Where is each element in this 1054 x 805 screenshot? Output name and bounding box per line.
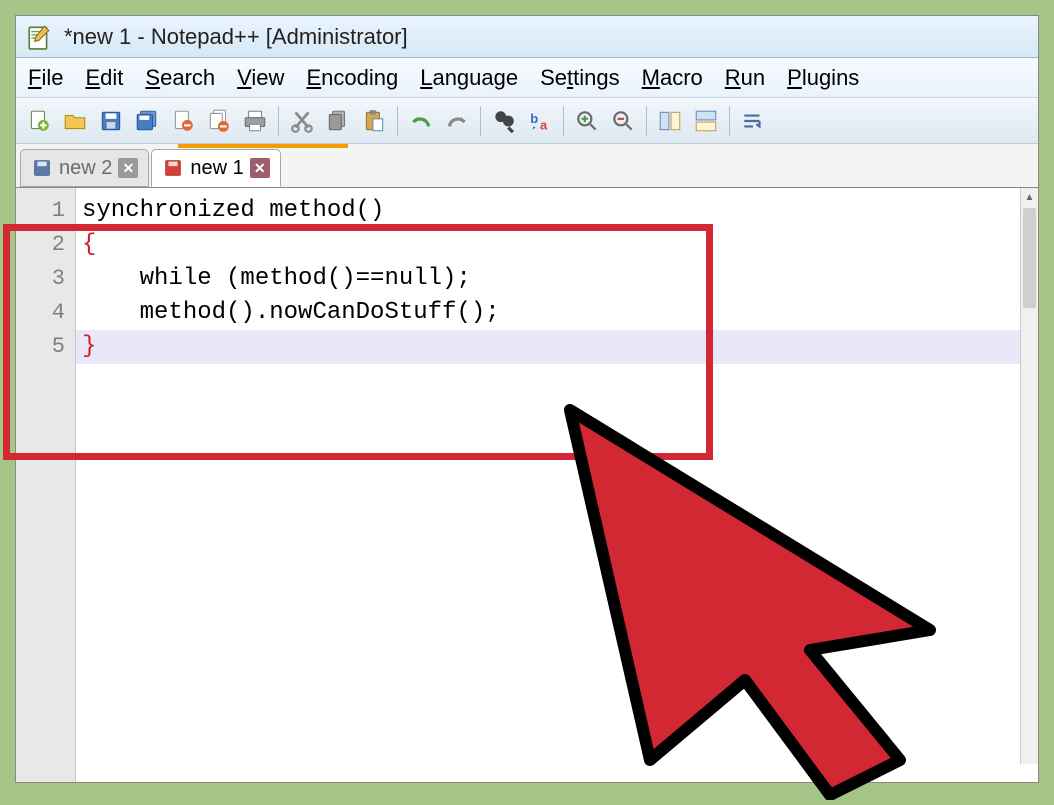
sync-vertical-icon[interactable] (653, 104, 687, 138)
toolbar-separator (729, 106, 730, 136)
toolbar-separator (563, 106, 564, 136)
menu-run[interactable]: Run (725, 65, 765, 91)
menu-view[interactable]: View (237, 65, 284, 91)
close-all-icon[interactable] (202, 104, 236, 138)
toolbar-separator (278, 106, 279, 136)
menu-language[interactable]: Language (420, 65, 518, 91)
toolbar-separator (397, 106, 398, 136)
menu-settings[interactable]: Settings (540, 65, 620, 91)
scroll-thumb[interactable] (1023, 208, 1036, 308)
code-line[interactable]: method().nowCanDoStuff(); (76, 296, 1038, 330)
menu-file[interactable]: File (28, 65, 63, 91)
close-icon[interactable] (166, 104, 200, 138)
zoom-in-icon[interactable] (570, 104, 604, 138)
menu-macro[interactable]: Macro (642, 65, 703, 91)
app-window: *new 1 - Notepad++ [Administrator] File … (15, 15, 1039, 783)
undo-icon[interactable] (404, 104, 438, 138)
toolbar-separator (480, 106, 481, 136)
editor[interactable]: 1 2 3 4 5 synchronized method() { while (… (16, 188, 1038, 782)
code-token: synchronized method() (82, 197, 384, 224)
menu-edit[interactable]: Edit (85, 65, 123, 91)
svg-text:b: b (530, 111, 538, 126)
paste-icon[interactable] (357, 104, 391, 138)
code-token: { (82, 231, 96, 258)
cut-icon[interactable] (285, 104, 319, 138)
line-number: 3 (16, 262, 75, 296)
toolbar: ba (16, 98, 1038, 144)
menu-plugins[interactable]: Plugins (787, 65, 859, 91)
new-file-icon[interactable] (22, 104, 56, 138)
menu-encoding[interactable]: Encoding (306, 65, 398, 91)
code-token: } (82, 333, 96, 360)
line-number: 5 (16, 330, 75, 364)
save-all-icon[interactable] (130, 104, 164, 138)
code-line[interactable]: } (76, 330, 1038, 364)
scroll-up-icon[interactable]: ▲ (1021, 188, 1038, 206)
titlebar: *new 1 - Notepad++ [Administrator] (16, 16, 1038, 58)
tab-new2[interactable]: new 2 ✕ (20, 149, 149, 187)
window-title: *new 1 - Notepad++ [Administrator] (64, 24, 408, 50)
zoom-out-icon[interactable] (606, 104, 640, 138)
tab-close-icon[interactable]: ✕ (118, 158, 138, 178)
toolbar-separator (646, 106, 647, 136)
tab-close-icon[interactable]: ✕ (250, 158, 270, 178)
code-token: while (method()==null); (82, 265, 471, 292)
replace-icon[interactable]: ba (523, 104, 557, 138)
save-unsaved-icon (162, 157, 184, 179)
open-file-icon[interactable] (58, 104, 92, 138)
copy-icon[interactable] (321, 104, 355, 138)
redo-icon[interactable] (440, 104, 474, 138)
line-number-gutter: 1 2 3 4 5 (16, 188, 76, 782)
menu-search[interactable]: Search (145, 65, 215, 91)
find-icon[interactable] (487, 104, 521, 138)
menubar: File Edit Search View Encoding Language … (16, 58, 1038, 98)
sync-horizontal-icon[interactable] (689, 104, 723, 138)
svg-text:a: a (540, 117, 548, 132)
code-line[interactable]: synchronized method() (76, 194, 1038, 228)
code-line[interactable]: while (method()==null); (76, 262, 1038, 296)
code-line[interactable]: { (76, 228, 1038, 262)
line-number: 4 (16, 296, 75, 330)
tabbar: new 2 ✕ new 1 ✕ (16, 144, 1038, 188)
tab-label: new 1 (190, 157, 243, 180)
save-icon[interactable] (94, 104, 128, 138)
print-icon[interactable] (238, 104, 272, 138)
wrap-icon[interactable] (736, 104, 770, 138)
line-number: 1 (16, 194, 75, 228)
code-area[interactable]: synchronized method() { while (method()==… (76, 188, 1038, 782)
vertical-scrollbar[interactable]: ▲ (1020, 188, 1038, 764)
tab-new1[interactable]: new 1 ✕ (151, 149, 280, 187)
tab-label: new 2 (59, 157, 112, 180)
save-icon (31, 157, 53, 179)
line-number: 2 (16, 228, 75, 262)
app-icon (24, 22, 54, 52)
code-token: method().nowCanDoStuff(); (82, 299, 500, 326)
